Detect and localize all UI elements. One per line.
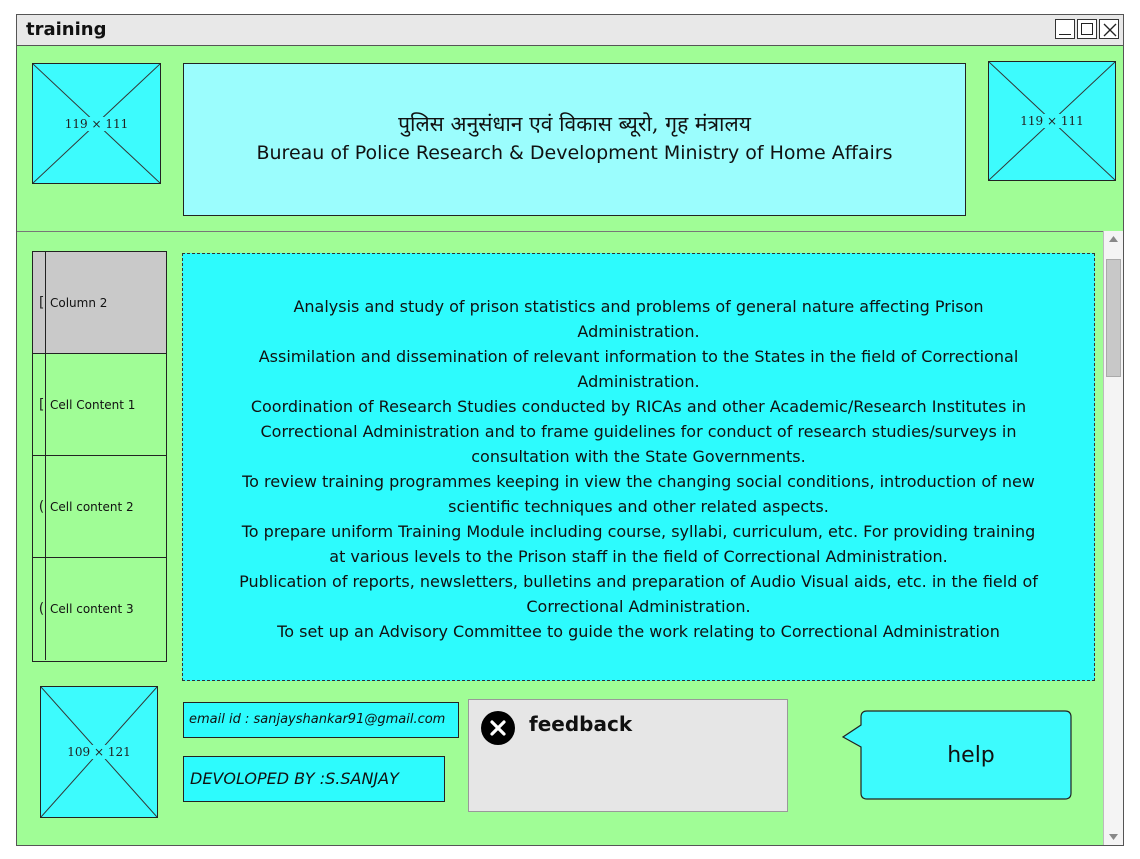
table-cell: Cell Content 1: [50, 397, 136, 412]
scroll-down-icon[interactable]: [1104, 829, 1123, 845]
functions-list: Analysis and study of prison statistics …: [233, 294, 1044, 644]
row-selector[interactable]: (: [33, 558, 46, 660]
list-item: To review training programmes keeping in…: [242, 472, 1035, 516]
close-circle-icon: [481, 711, 515, 745]
table-cell: Cell content 2: [50, 499, 134, 514]
email-label: email id : sanjayshankar91@gmail.com: [183, 702, 459, 738]
table-header[interactable]: [ Column 2: [33, 252, 166, 354]
maximize-icon[interactable]: [1077, 19, 1097, 39]
table-row[interactable]: ( Cell content 3: [33, 558, 166, 660]
list-item: To prepare uniform Training Module inclu…: [241, 522, 1036, 566]
vertical-scrollbar[interactable]: [1103, 231, 1123, 845]
list-item: Analysis and study of prison statistics …: [293, 297, 984, 341]
column-header: Column 2: [50, 295, 108, 310]
minimize-icon[interactable]: [1055, 19, 1075, 39]
image-size-label: 119 × 111: [63, 116, 130, 131]
title-bar: training: [17, 15, 1123, 46]
developer-label: DEVOLOPED BY :S.SANJAY: [183, 756, 445, 802]
content-panel: Analysis and study of prison statistics …: [182, 253, 1095, 681]
banner-title-english: Bureau of Police Research & Development …: [256, 142, 893, 164]
image-size-label: 119 × 111: [1019, 114, 1085, 128]
list-item: Coordination of Research Studies conduct…: [250, 397, 1027, 466]
window-title: training: [26, 19, 107, 40]
scroll-thumb[interactable]: [1106, 259, 1121, 377]
header-divider: [17, 231, 1123, 232]
banner-title-hindi: पुलिस अनुसंधान एवं विकास ब्यूरो, गृह मंत…: [398, 112, 751, 136]
row-selector[interactable]: (: [33, 456, 46, 557]
side-table: [ Column 2 [ Cell Content 1 ( Cell conte…: [32, 251, 167, 662]
header-right-image: 119 × 111: [988, 61, 1116, 181]
help-button[interactable]: help: [839, 709, 1073, 801]
feedback-label: feedback: [529, 712, 633, 736]
row-selector[interactable]: [: [33, 252, 46, 353]
table-row[interactable]: ( Cell content 2: [33, 456, 166, 558]
table-row[interactable]: [ Cell Content 1: [33, 354, 166, 456]
list-item: Assimilation and dissemination of releva…: [258, 347, 1019, 391]
header-left-image: 119 × 111: [32, 63, 161, 184]
list-item: To set up an Advisory Committee to guide…: [277, 622, 1000, 641]
feedback-button[interactable]: feedback: [468, 699, 788, 812]
list-item: Publication of reports, newsletters, bul…: [239, 572, 1038, 616]
footer-image: 109 × 121: [40, 686, 158, 818]
row-selector[interactable]: [: [33, 354, 46, 455]
window-controls: [1055, 19, 1119, 39]
scroll-up-icon[interactable]: [1104, 231, 1123, 247]
close-icon[interactable]: [1099, 19, 1119, 39]
help-label: help: [947, 742, 995, 768]
header-banner: पुलिस अनुसंधान एवं विकास ब्यूरो, गृह मंत…: [183, 63, 966, 216]
table-cell: Cell content 3: [50, 602, 134, 616]
image-size-label: 109 × 121: [66, 745, 132, 759]
app-window: training 119 × 111 पुलिस अनुसंधान एवं वि…: [16, 14, 1124, 846]
